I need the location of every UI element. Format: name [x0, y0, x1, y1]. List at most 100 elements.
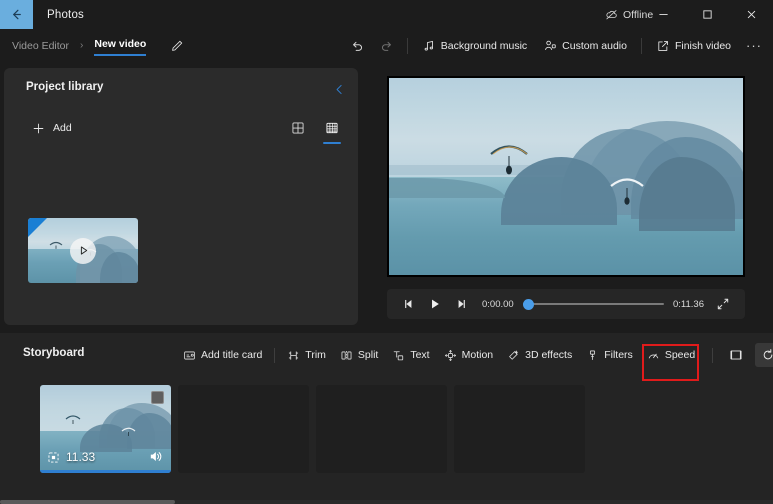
storyboard-clip[interactable]: 11.33: [40, 385, 171, 473]
back-arrow-icon: [9, 7, 24, 22]
resize-icon: [729, 348, 743, 362]
add-title-card-button[interactable]: Add title card: [176, 343, 269, 367]
trim-icon: [287, 349, 300, 362]
split-icon: [340, 349, 353, 362]
large-grid-icon: [291, 121, 305, 135]
detail-grid-view-button[interactable]: [320, 116, 344, 140]
motion-label: Motion: [462, 349, 494, 361]
preview-paragliders: [389, 78, 743, 275]
background-music-label: Background music: [441, 40, 527, 52]
close-button[interactable]: [729, 0, 773, 29]
next-frame-icon: [454, 297, 468, 311]
custom-audio-button[interactable]: Custom audio: [535, 34, 635, 58]
three-d-effects-icon: [507, 349, 520, 362]
maximize-icon: [702, 9, 713, 20]
clip-resize-icon: [47, 451, 60, 464]
command-bar-actions: Background music Custom audio Finish vid…: [343, 29, 769, 62]
text-label: Text: [410, 349, 429, 361]
music-note-icon: [422, 39, 436, 53]
storyboard-empty-slot[interactable]: [316, 385, 447, 473]
filters-button[interactable]: Filters: [579, 343, 640, 367]
breadcrumb-separator: ›: [80, 40, 83, 51]
video-preview[interactable]: [387, 76, 745, 277]
redo-icon: [379, 38, 394, 53]
redo-button[interactable]: [372, 34, 401, 58]
library-play-button[interactable]: [70, 238, 96, 264]
resize-button[interactable]: [723, 343, 749, 367]
command-overflow-label: ···: [746, 38, 762, 53]
maximize-button[interactable]: [685, 0, 729, 29]
breadcrumb-new-video[interactable]: New video: [90, 35, 150, 56]
title-card-icon: [183, 349, 196, 362]
next-frame-button[interactable]: [448, 293, 474, 315]
command-separator: [407, 38, 408, 54]
previous-frame-button[interactable]: [396, 293, 422, 315]
command-overflow-button[interactable]: ···: [739, 34, 769, 58]
minimize-icon: [658, 9, 669, 20]
scrub-handle[interactable]: [523, 299, 534, 310]
command-separator-2: [641, 38, 642, 54]
motion-button[interactable]: Motion: [437, 343, 501, 367]
play-icon: [428, 297, 442, 311]
finish-video-button[interactable]: Finish video: [648, 34, 739, 58]
storyboard-empty-slot[interactable]: [454, 385, 585, 473]
title-bar: Photos Offline: [0, 0, 773, 29]
speed-button[interactable]: Speed: [640, 343, 702, 367]
collapse-library-button[interactable]: [328, 78, 350, 100]
add-media-button[interactable]: Add: [26, 116, 78, 140]
preview-panel: 0:00.00 0:11.36: [363, 68, 769, 325]
app-title: Photos: [47, 9, 84, 21]
play-button[interactable]: [422, 293, 448, 315]
project-library-title: Project library: [26, 81, 103, 93]
text-icon: [392, 349, 405, 362]
library-item-marker: [28, 218, 47, 237]
clip-volume-button[interactable]: [148, 449, 163, 464]
undo-icon: [350, 38, 365, 53]
cloud-offline-icon: [605, 8, 618, 21]
volume-icon: [148, 449, 163, 464]
filters-icon: [586, 349, 599, 362]
undo-button[interactable]: [343, 34, 372, 58]
breadcrumb-video-editor[interactable]: Video Editor: [8, 37, 73, 55]
speed-label: Speed: [665, 349, 695, 361]
text-button[interactable]: Text: [385, 343, 436, 367]
filters-label: Filters: [604, 349, 633, 361]
split-button[interactable]: Split: [333, 343, 385, 367]
3d-effects-button[interactable]: 3D effects: [500, 343, 579, 367]
play-icon: [77, 244, 90, 257]
video-preview-image: [389, 78, 743, 275]
storyboard-scrollbar-thumb[interactable]: [0, 500, 175, 504]
player-controls: 0:00.00 0:11.36: [387, 289, 745, 319]
large-grid-view-button[interactable]: [286, 116, 310, 140]
toolbar-separator-2: [712, 348, 713, 363]
storyboard-scrollbar-track[interactable]: [0, 500, 773, 504]
fullscreen-button[interactable]: [710, 293, 736, 315]
add-title-card-label: Add title card: [201, 349, 262, 361]
library-video-thumbnail[interactable]: [28, 218, 138, 283]
scrub-track: [523, 303, 664, 305]
video-editor-window: Photos Offline: [0, 0, 773, 504]
split-label: Split: [358, 349, 378, 361]
minimize-button[interactable]: [641, 0, 685, 29]
speed-icon: [647, 349, 660, 362]
3d-effects-label: 3D effects: [525, 349, 572, 361]
storyboard-title: Storyboard: [23, 347, 84, 359]
command-bar: Video Editor › New video: [0, 29, 773, 62]
clip-select-checkbox[interactable]: [151, 391, 164, 404]
trim-button[interactable]: Trim: [280, 343, 333, 367]
breadcrumb: Video Editor › New video: [8, 35, 187, 56]
storyboard-empty-slot[interactable]: [178, 385, 309, 473]
previous-frame-icon: [402, 297, 416, 311]
trim-label: Trim: [305, 349, 326, 361]
toolbar-separator-1: [274, 348, 275, 363]
background-music-button[interactable]: Background music: [414, 34, 535, 58]
fullscreen-icon: [716, 297, 730, 311]
detail-grid-icon: [325, 121, 339, 135]
scrub-slider[interactable]: [523, 295, 664, 313]
storyboard-toolbar: Add title card Trim Split: [176, 340, 773, 370]
storyboard-track: 11.33: [40, 385, 585, 473]
rename-project-button[interactable]: [167, 36, 187, 56]
back-button[interactable]: [0, 0, 33, 29]
window-controls: [641, 0, 773, 29]
rotate-button[interactable]: [755, 343, 773, 367]
